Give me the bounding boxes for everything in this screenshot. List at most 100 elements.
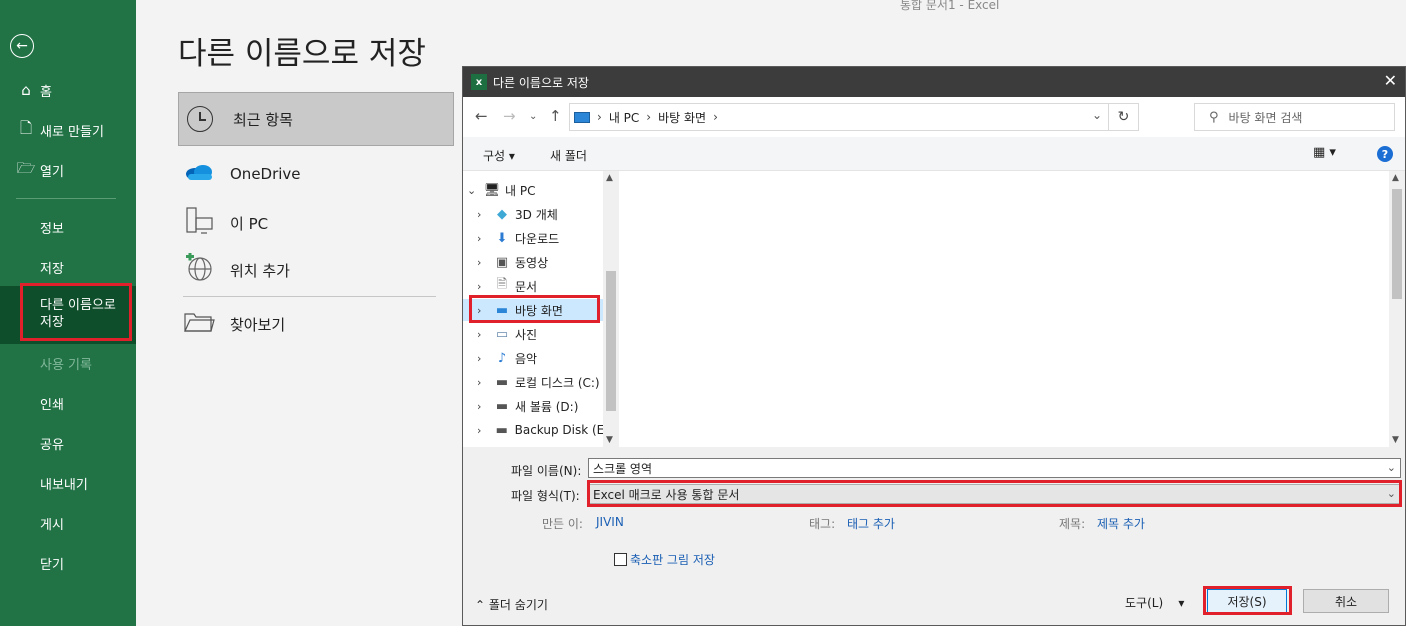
highlight-filetype — [587, 480, 1402, 507]
forward-icon[interactable]: → — [503, 107, 516, 125]
tree-item-3d-objects[interactable]: › ◆ 3D 개체 — [463, 203, 613, 225]
sidebar-item-export[interactable]: 내보내기 — [40, 474, 88, 493]
highlight-save-button — [1203, 586, 1292, 615]
scroll-up-icon[interactable]: ▲ — [606, 173, 613, 183]
tree-item-label: 다운로드 — [515, 231, 560, 246]
tree-item-documents[interactable]: › 🗎 문서 — [463, 275, 613, 297]
cube-icon: ◆ — [497, 206, 507, 222]
backstage-sidebar: ← ⌂ 홈 🗋 새로 만들기 🗁 열기 정보 저장 다른 이름으로 저장 사용 … — [0, 0, 136, 626]
location-label: 찾아보기 — [230, 315, 286, 334]
tree-item-pictures[interactable]: › ▭ 사진 — [463, 323, 613, 345]
sidebar-item-home[interactable]: ⌂ 홈 — [0, 72, 136, 108]
filename-field[interactable]: 스크롤 영역 ⌄ — [588, 458, 1401, 478]
sidebar-item-new[interactable]: 🗋 새로 만들기 — [0, 112, 136, 148]
new-document-icon: 🗋 — [19, 118, 33, 137]
file-list-pane[interactable] — [621, 171, 1389, 447]
author-value[interactable]: JIVIN — [596, 515, 624, 529]
page-title: 다른 이름으로 저장 — [178, 36, 426, 72]
breadcrumb-item[interactable]: 바탕 화면 — [658, 109, 706, 126]
title-label: 제목: — [1059, 517, 1086, 531]
browse-folder-icon — [183, 310, 215, 338]
back-arrow-icon[interactable]: ← — [10, 34, 34, 58]
computer-icon — [574, 111, 590, 123]
dialog-title: 다른 이름으로 저장 — [493, 75, 589, 90]
location-label: 최근 항목 — [233, 110, 293, 129]
chevron-right-icon[interactable]: › — [477, 232, 487, 245]
breadcrumb-separator-icon: › — [713, 110, 718, 124]
location-onedrive[interactable]: OneDrive — [183, 162, 301, 186]
window-title: 통합 문서1 - Excel — [900, 0, 1000, 12]
sidebar-item-close[interactable]: 닫기 — [40, 554, 64, 573]
recent-locations-chevron-icon[interactable]: ⌄ — [529, 111, 537, 122]
back-icon[interactable]: ← — [475, 107, 488, 125]
refresh-icon[interactable]: ↻ — [1109, 103, 1139, 131]
sidebar-item-print[interactable]: 인쇄 — [40, 394, 64, 413]
thumbnail-checkbox[interactable] — [614, 553, 627, 566]
sidebar-item-open[interactable]: 🗁 열기 — [0, 152, 136, 188]
cancel-button[interactable]: 취소 — [1303, 589, 1389, 613]
scroll-down-icon[interactable]: ▼ — [606, 435, 613, 445]
breadcrumb-item[interactable]: 내 PC — [609, 109, 639, 126]
location-this-pc[interactable]: 이 PC — [183, 206, 268, 240]
chevron-right-icon[interactable]: › — [477, 400, 487, 413]
filetype-label: 파일 형식(T): — [511, 489, 580, 503]
tree-item-videos[interactable]: › ▣ 동영상 — [463, 251, 613, 273]
scroll-down-icon[interactable]: ▼ — [1392, 435, 1399, 445]
filename-label: 파일 이름(N): — [511, 464, 582, 478]
sidebar-item-info[interactable]: 정보 — [40, 218, 64, 237]
sidebar-item-save[interactable]: 저장 — [40, 258, 64, 277]
tree-item-downloads[interactable]: › ⬇ 다운로드 — [463, 227, 613, 249]
location-add-place[interactable]: 위치 추가 — [183, 252, 290, 287]
view-options-icon[interactable]: ▦ ▾ — [1313, 145, 1336, 160]
drive-icon: ▬ — [495, 422, 508, 438]
location-label: 이 PC — [230, 214, 269, 233]
close-icon[interactable]: ✕ — [1384, 71, 1397, 90]
chevron-right-icon[interactable]: › — [477, 376, 487, 389]
tree-item-drive-c[interactable]: › ▬ 로컬 디스크 (C:) — [463, 371, 613, 393]
tree-scrollbar[interactable]: ▲ ▼ — [603, 171, 619, 447]
tree-item-drive-e[interactable]: › ▬ Backup Disk (E:) — [463, 419, 613, 441]
tree-item-music[interactable]: › ♪ 음악 — [463, 347, 613, 369]
sidebar-item-share[interactable]: 공유 — [40, 434, 64, 453]
chevron-right-icon[interactable]: › — [477, 256, 487, 269]
chevron-right-icon[interactable]: › — [477, 352, 487, 365]
chevron-down-icon[interactable]: ⌄ — [467, 184, 477, 197]
scrollbar-thumb[interactable] — [1392, 189, 1402, 299]
chevron-down-icon[interactable]: ⌄ — [1387, 461, 1396, 474]
tree-item-label: 사진 — [515, 327, 538, 342]
location-browse[interactable]: 찾아보기 — [183, 310, 285, 338]
organize-button[interactable]: 구성 ▾ — [483, 147, 515, 164]
tree-item-label: 3D 개체 — [515, 207, 558, 222]
sidebar-item-publish[interactable]: 게시 — [40, 514, 64, 533]
chevron-down-icon[interactable]: ⌄ — [1092, 108, 1102, 122]
highlight-save-as — [20, 283, 132, 341]
chevron-right-icon[interactable]: › — [477, 280, 487, 293]
chevron-right-icon[interactable]: › — [477, 328, 487, 341]
pictures-icon: ▭ — [495, 326, 509, 342]
file-list-scrollbar[interactable]: ▲ ▼ — [1389, 171, 1405, 447]
address-bar[interactable]: › 내 PC › 바탕 화면 › ⌄ — [569, 103, 1109, 131]
scrollbar-thumb[interactable] — [606, 271, 616, 411]
tree-item-drive-d[interactable]: › ▬ 새 볼륨 (D:) — [463, 395, 613, 417]
location-recent[interactable]: 최근 항목 — [178, 92, 454, 146]
title-value[interactable]: 제목 추가 — [1097, 515, 1145, 532]
excel-logo-icon: x — [471, 74, 487, 90]
location-label: 위치 추가 — [230, 261, 290, 280]
up-icon[interactable]: ↑ — [549, 107, 562, 125]
chevron-right-icon[interactable]: › — [477, 424, 487, 437]
tools-button[interactable]: 도구(L) ▾ — [1125, 594, 1184, 611]
scroll-up-icon[interactable]: ▲ — [1392, 173, 1399, 183]
chevron-right-icon[interactable]: › — [477, 208, 487, 221]
tags-value[interactable]: 태그 추가 — [847, 515, 895, 532]
tree-item-my-pc[interactable]: ⌄ 🖥 내 PC — [463, 179, 613, 201]
search-input[interactable]: ⚲ 바탕 화면 검색 — [1194, 103, 1395, 131]
help-icon[interactable]: ? — [1377, 146, 1393, 162]
breadcrumb-separator-icon: › — [597, 110, 602, 124]
new-folder-button[interactable]: 새 폴더 — [550, 147, 587, 164]
save-options-panel: 파일 이름(N): 스크롤 영역 ⌄ 파일 형식(T): Excel 매크로 사… — [463, 447, 1405, 625]
highlight-desktop — [469, 295, 600, 323]
dialog-titlebar: x 다른 이름으로 저장 ✕ — [463, 67, 1405, 97]
chevron-up-icon: ⌃ — [475, 598, 486, 612]
thumbnail-label[interactable]: 축소판 그림 저장 — [630, 551, 715, 568]
hide-folders-button[interactable]: ⌃ 폴더 숨기기 — [475, 596, 548, 613]
